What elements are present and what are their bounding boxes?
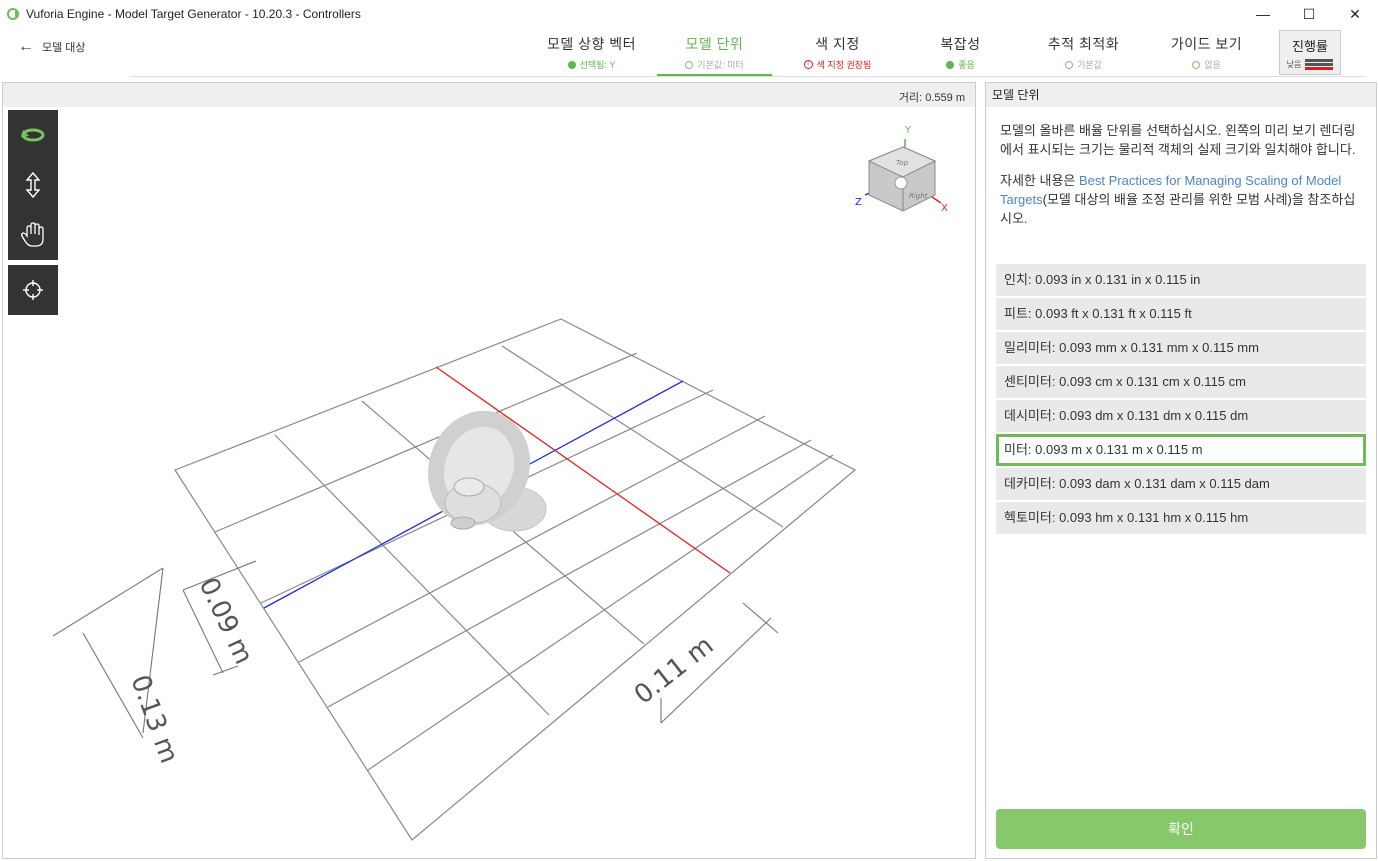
dimension-label: 0.13 m [124,671,183,767]
ground-grid [174,318,857,841]
maximize-icon[interactable]: ☐ [1286,0,1332,28]
cube-face-label: Top [896,159,909,167]
step-up-vector[interactable]: 모델 상향 벡터 선택됨: Y [530,30,653,76]
axis-label: Z [855,197,862,208]
unit-option-centimeter[interactable]: 센티미터: 0.093 cm x 0.131 cm x 0.115 cm [996,366,1366,398]
back-arrow-icon: ← [18,38,34,55]
step-coloring[interactable]: 색 지정 ! 색 지정 권장됨 [776,30,899,76]
rotate-icon [21,128,45,142]
axis-label: Y [904,125,912,136]
scene-canvas[interactable]: 0.13 m 0.09 m 0.11 m Y Z X Top Right [3,83,975,858]
header-divider [130,76,1365,77]
step-status: 없음 [1204,60,1221,70]
pan-vertical-tool-button[interactable] [8,160,58,210]
progress-label: 진행률 [1292,39,1328,54]
step-status: 선택됨: Y [579,60,616,70]
unit-option-millimeter[interactable]: 밀리미터: 0.093 mm x 0.131 mm x 0.115 mm [996,332,1366,364]
status-dot-icon [1065,60,1074,69]
step-complexity[interactable]: 복잡성 좋음 [899,30,1022,76]
step-label: 가이드 보기 [1170,36,1243,52]
3d-viewport[interactable]: 거리: 0.559 m 0.13 m 0.09 m 0.11 m Y Z X T… [2,82,976,859]
more-suffix: (모델 대상의 배율 조정 관리를 위한 모범 사례)을 참조하십시오. [1000,192,1356,226]
vuforia-logo-icon [7,8,19,20]
recenter-button[interactable] [8,265,58,315]
wizard-steps: 모델 상향 벡터 선택됨: Y 모델 단위 기본값: 미터 색 지정 ! 색 지정… [530,30,1268,77]
step-model-units[interactable]: 모델 단위 기본값: 미터 [653,30,776,77]
step-guide-view[interactable]: 가이드 보기 없음 [1145,30,1268,76]
window-controls: — ☐ ✕ [1240,0,1378,28]
title-bar: Vuforia Engine - Model Target Generator … [0,0,1378,28]
cube-face-label: Right [909,192,928,200]
orientation-cube[interactable]: Y Z X Top Right [855,125,948,214]
status-dot-icon [1192,60,1201,69]
step-label: 모델 상향 벡터 [546,36,637,52]
warning-icon: ! [803,60,813,69]
minimize-icon[interactable]: — [1240,0,1286,28]
unit-list: 인치: 0.093 in x 0.131 in x 0.115 in 피트: 0… [996,264,1366,536]
step-label: 색 지정 [815,36,860,52]
unit-option-decimeter[interactable]: 데시미터: 0.093 dm x 0.131 dm x 0.115 dm [996,400,1366,432]
progress-indicator[interactable]: 진행률 낮음 [1279,30,1341,75]
pan-vertical-icon [25,171,41,199]
status-dot-icon [567,60,576,69]
step-status: 색 지정 권장됨 [816,60,872,70]
panel-title: 모델 단위 [986,83,1376,107]
unit-option-inch[interactable]: 인치: 0.093 in x 0.131 in x 0.115 in [996,264,1366,296]
step-status: 좋음 [958,60,975,70]
progress-bars-icon [1305,58,1334,71]
step-label: 추적 최적화 [1047,36,1120,52]
confirm-button[interactable]: 확인 [996,809,1366,849]
unit-option-decameter[interactable]: 데카미터: 0.093 dam x 0.131 dam x 0.115 dam [996,468,1366,500]
status-dot-icon [946,60,955,69]
crosshair-icon [23,280,43,300]
model-units-panel: 모델 단위 모델의 올바른 배율 단위를 선택하십시오. 왼쪽의 미리 보기 렌… [985,82,1377,859]
more-prefix: 자세한 내용은 [1000,173,1079,188]
unit-option-foot[interactable]: 피트: 0.093 ft x 0.131 ft x 0.115 ft [996,298,1366,330]
unit-option-hectometer[interactable]: 헥토미터: 0.093 hm x 0.131 hm x 0.115 hm [996,502,1366,534]
view-toolbox [8,110,58,260]
back-button[interactable]: ← 모델 대상 [18,38,86,56]
unit-option-meter[interactable]: 미터: 0.093 m x 0.131 m x 0.115 m [996,434,1366,466]
hand-icon [21,222,44,247]
close-icon[interactable]: ✕ [1332,0,1378,28]
axis-label: X [941,203,948,214]
step-tracking-optimization[interactable]: 추적 최적화 기본값 [1022,30,1145,76]
panel-more-info: 자세한 내용은 Best Practices for Managing Scal… [986,159,1376,228]
step-label: 복잡성 [940,36,981,52]
step-label: 모델 단위 [685,36,744,52]
back-label: 모델 대상 [42,42,86,54]
progress-level: 낮음 [1286,60,1302,69]
hand-tool-button[interactable] [8,210,58,260]
rotate-tool-button[interactable] [8,110,58,160]
status-dot-icon [685,60,694,69]
panel-description: 모델의 올바른 배율 단위를 선택하십시오. 왼쪽의 미리 보기 렌더링에서 표… [1000,123,1356,157]
step-status: 기본값 [1077,60,1102,70]
dimension-label: 0.09 m [193,573,259,669]
step-status: 기본값: 미터 [697,60,744,70]
window-title: Vuforia Engine - Model Target Generator … [26,7,361,21]
